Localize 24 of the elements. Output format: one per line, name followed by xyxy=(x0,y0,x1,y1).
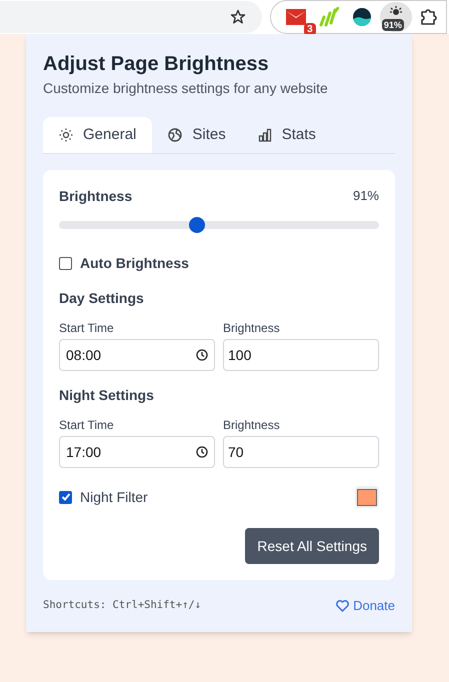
number-field[interactable]: 70 xyxy=(223,436,379,468)
field-label: Brightness xyxy=(223,320,280,337)
tab[interactable]: Stats xyxy=(242,117,332,153)
field-label: Brightness xyxy=(223,417,280,434)
time-field[interactable]: 17:00 xyxy=(59,436,215,468)
extension-button[interactable]: 91% xyxy=(380,2,412,32)
checkbox-label: Auto Brightness xyxy=(80,254,189,273)
checkbox-label: Night Filter xyxy=(80,488,148,507)
badge: 91% xyxy=(382,19,404,31)
time-field[interactable]: 08:00 xyxy=(59,339,215,371)
slider-label: Brightness xyxy=(59,187,132,206)
section-heading: Day Settings xyxy=(59,289,144,308)
brightness-value: 91% xyxy=(352,187,379,205)
number-field[interactable]: 100 xyxy=(223,339,379,371)
tab[interactable]: Sites xyxy=(152,117,242,153)
section-heading: Night Settings xyxy=(59,386,154,405)
popup-subtitle: Customize brightness settings for any website xyxy=(43,79,328,98)
tab[interactable]: General xyxy=(43,117,152,153)
donate-link[interactable]: Donate xyxy=(336,596,395,616)
field-label: Start Time xyxy=(59,417,114,434)
field-label: Start Time xyxy=(59,320,114,337)
reset-button[interactable]: Reset All Settings xyxy=(245,528,379,564)
popup-title: Adjust Page Brightness xyxy=(43,52,269,77)
shortcuts-text: Shortcuts: Ctrl+Shift+↑/↓ xyxy=(43,598,202,613)
